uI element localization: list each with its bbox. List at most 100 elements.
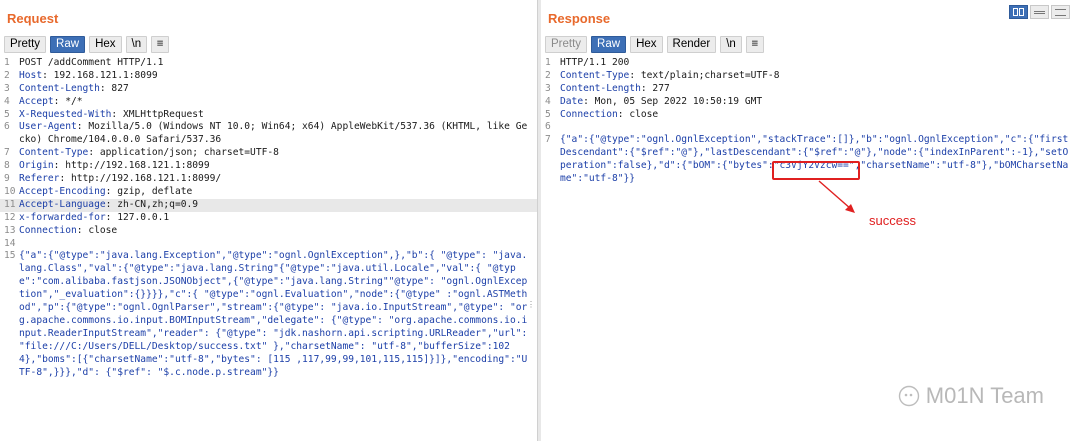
request-menu-icon[interactable]: ≡ [151, 36, 170, 53]
header-value: : zh-CN,zh;q=0.9 [105, 198, 199, 210]
header-value: : application/json; charset=UTF-8 [88, 147, 279, 159]
success-annotation: success [869, 213, 916, 228]
line-number: 7 [4, 147, 10, 159]
code-line: 12 x-forwarded-for: 127.0.0.1 [0, 212, 537, 225]
wechat-logo-icon [898, 385, 919, 407]
header-key: Content-Type [19, 147, 89, 159]
header-key: Referer [19, 173, 60, 185]
header-value: : Mozilla/5.0 (Windows NT 10.0; Win64; x… [19, 121, 528, 146]
request-newline-toggle[interactable]: \n [125, 36, 148, 53]
header-key: Origin [19, 160, 54, 172]
body-line: 15 {"a":{"@type":"java.lang.Exception","@… [0, 250, 537, 379]
response-title: Response [548, 11, 611, 26]
line-number: 2 [4, 69, 10, 81]
header-value: : XMLHttpRequest [111, 108, 204, 120]
header-value: : Mon, 05 Sep 2022 10:50:19 GMT [583, 95, 763, 107]
header-value: : 192.168.121.1:8099 [42, 69, 158, 81]
line-number: 3 [545, 82, 551, 94]
response-hex-tab[interactable]: Hex [630, 36, 663, 53]
header-value: : */* [53, 95, 83, 107]
header-key: X-Requested-With [19, 108, 112, 120]
watermark-text: M01N Team [925, 383, 1044, 408]
response-toolbar: Pretty Raw Hex Render \n ≡ [545, 36, 764, 53]
line-number: 15 [4, 250, 16, 262]
line-number: 11 [4, 198, 16, 210]
header-value: : 127.0.0.1 [105, 211, 170, 223]
header-value: : close [617, 108, 659, 120]
header-value: HTTP/1.1 200 [560, 57, 630, 68]
code-line: 13 Connection: close [0, 225, 537, 238]
header-key: Accept-Encoding [19, 185, 106, 197]
split-vertical-icon[interactable] [1030, 5, 1049, 19]
line-number: 3 [4, 82, 10, 94]
header-value: : 277 [640, 82, 670, 94]
request-editor[interactable]: 1 POST /addComment HTTP/1.1 2 Host: 192.168… [0, 57, 537, 441]
header-key: x-forwarded-for [19, 211, 106, 223]
response-pane: Response Pretty Raw Hex Render \n ≡ 1 HTT… [541, 0, 1080, 441]
response-menu-icon[interactable]: ≡ [745, 36, 764, 53]
line-number: 1 [545, 57, 551, 68]
response-newline-toggle[interactable]: \n [720, 36, 742, 53]
single-view-icon[interactable] [1051, 5, 1070, 19]
line-number: 7 [545, 134, 551, 146]
code-line: 14 [0, 238, 537, 251]
header-value: : http://192.168.121.1:8099 [53, 160, 210, 172]
header-key: Connection [560, 108, 618, 120]
line-number: 4 [545, 95, 551, 107]
layout-toggle [1009, 5, 1070, 19]
code-line: 2 Host: 192.168.121.1:8099 [0, 70, 537, 83]
request-hex-tab[interactable]: Hex [89, 36, 122, 53]
code-line: 7 Content-Type: application/json; charset… [0, 147, 537, 160]
split-horizontal-icon[interactable] [1009, 5, 1028, 19]
line-number: 1 [4, 57, 10, 68]
line-number: 9 [4, 173, 10, 185]
header-value: : close [76, 224, 118, 236]
header-value: : gzip, deflate [105, 185, 193, 197]
response-raw-tab[interactable]: Raw [591, 36, 627, 53]
code-line: 10 Accept-Encoding: gzip, deflate [0, 186, 537, 199]
code-line: 6 [541, 121, 1080, 134]
code-line: 3 Content-Length: 277 [541, 83, 1080, 96]
line-number: 6 [545, 121, 551, 133]
code-line: 4 Accept: */* [0, 96, 537, 109]
header-key: Accept [19, 95, 54, 107]
header-value: POST /addComment HTTP/1.1 [19, 57, 164, 68]
header-key: User-Agent [19, 121, 77, 133]
request-pane: Request Pretty Raw Hex \n ≡ 1 POST /addCo… [0, 0, 537, 441]
header-key: Date [560, 95, 584, 107]
header-key: Host [19, 69, 43, 81]
line-number: 10 [4, 185, 16, 197]
response-render-tab[interactable]: Render [666, 36, 717, 53]
code-line: 6 User-Agent: Mozilla/5.0 (Windows NT 10.… [0, 121, 537, 147]
line-number: 13 [4, 224, 16, 236]
line-number: 5 [4, 108, 10, 120]
line-number: 2 [545, 69, 551, 81]
line-number: 4 [4, 95, 10, 107]
code-line: 1 POST /addComment HTTP/1.1 [0, 57, 537, 70]
header-key: Accept-Language [19, 198, 106, 210]
request-toolbar: Pretty Raw Hex \n ≡ [4, 36, 170, 53]
request-pretty-tab[interactable]: Pretty [4, 36, 47, 53]
line-number: 8 [4, 160, 10, 172]
header-key: Content-Length [560, 82, 641, 94]
header-value: : 827 [99, 82, 129, 94]
watermark: M01N Team [898, 383, 1044, 409]
scroll-marker-icon: ⋮ [527, 300, 535, 309]
code-line: 11 Accept-Language: zh-CN,zh;q=0.9 [0, 198, 537, 212]
code-line: 5 Connection: close [541, 109, 1080, 122]
code-line: 5 X-Requested-With: XMLHttpRequest [0, 109, 537, 122]
code-line: 3 Content-Length: 827 [0, 83, 537, 96]
response-pretty-tab[interactable]: Pretty [545, 36, 588, 53]
header-value: : text/plain;charset=UTF-8 [629, 69, 780, 81]
header-value: : http://192.168.121.1:8099/ [59, 173, 222, 185]
line-number: 12 [4, 211, 16, 223]
line-number: 6 [4, 121, 10, 133]
header-key: Connection [19, 224, 77, 236]
code-line: 4 Date: Mon, 05 Sep 2022 10:50:19 GMT [541, 96, 1080, 109]
request-raw-tab[interactable]: Raw [50, 36, 86, 53]
code-line: 2 Content-Type: text/plain;charset=UTF-8 [541, 70, 1080, 83]
line-number: 14 [4, 237, 16, 249]
header-key: Content-Type [560, 69, 630, 81]
line-number: 5 [545, 108, 551, 120]
json-body: {"a":{"@type":"java.lang.Exception","@ty… [19, 250, 534, 378]
